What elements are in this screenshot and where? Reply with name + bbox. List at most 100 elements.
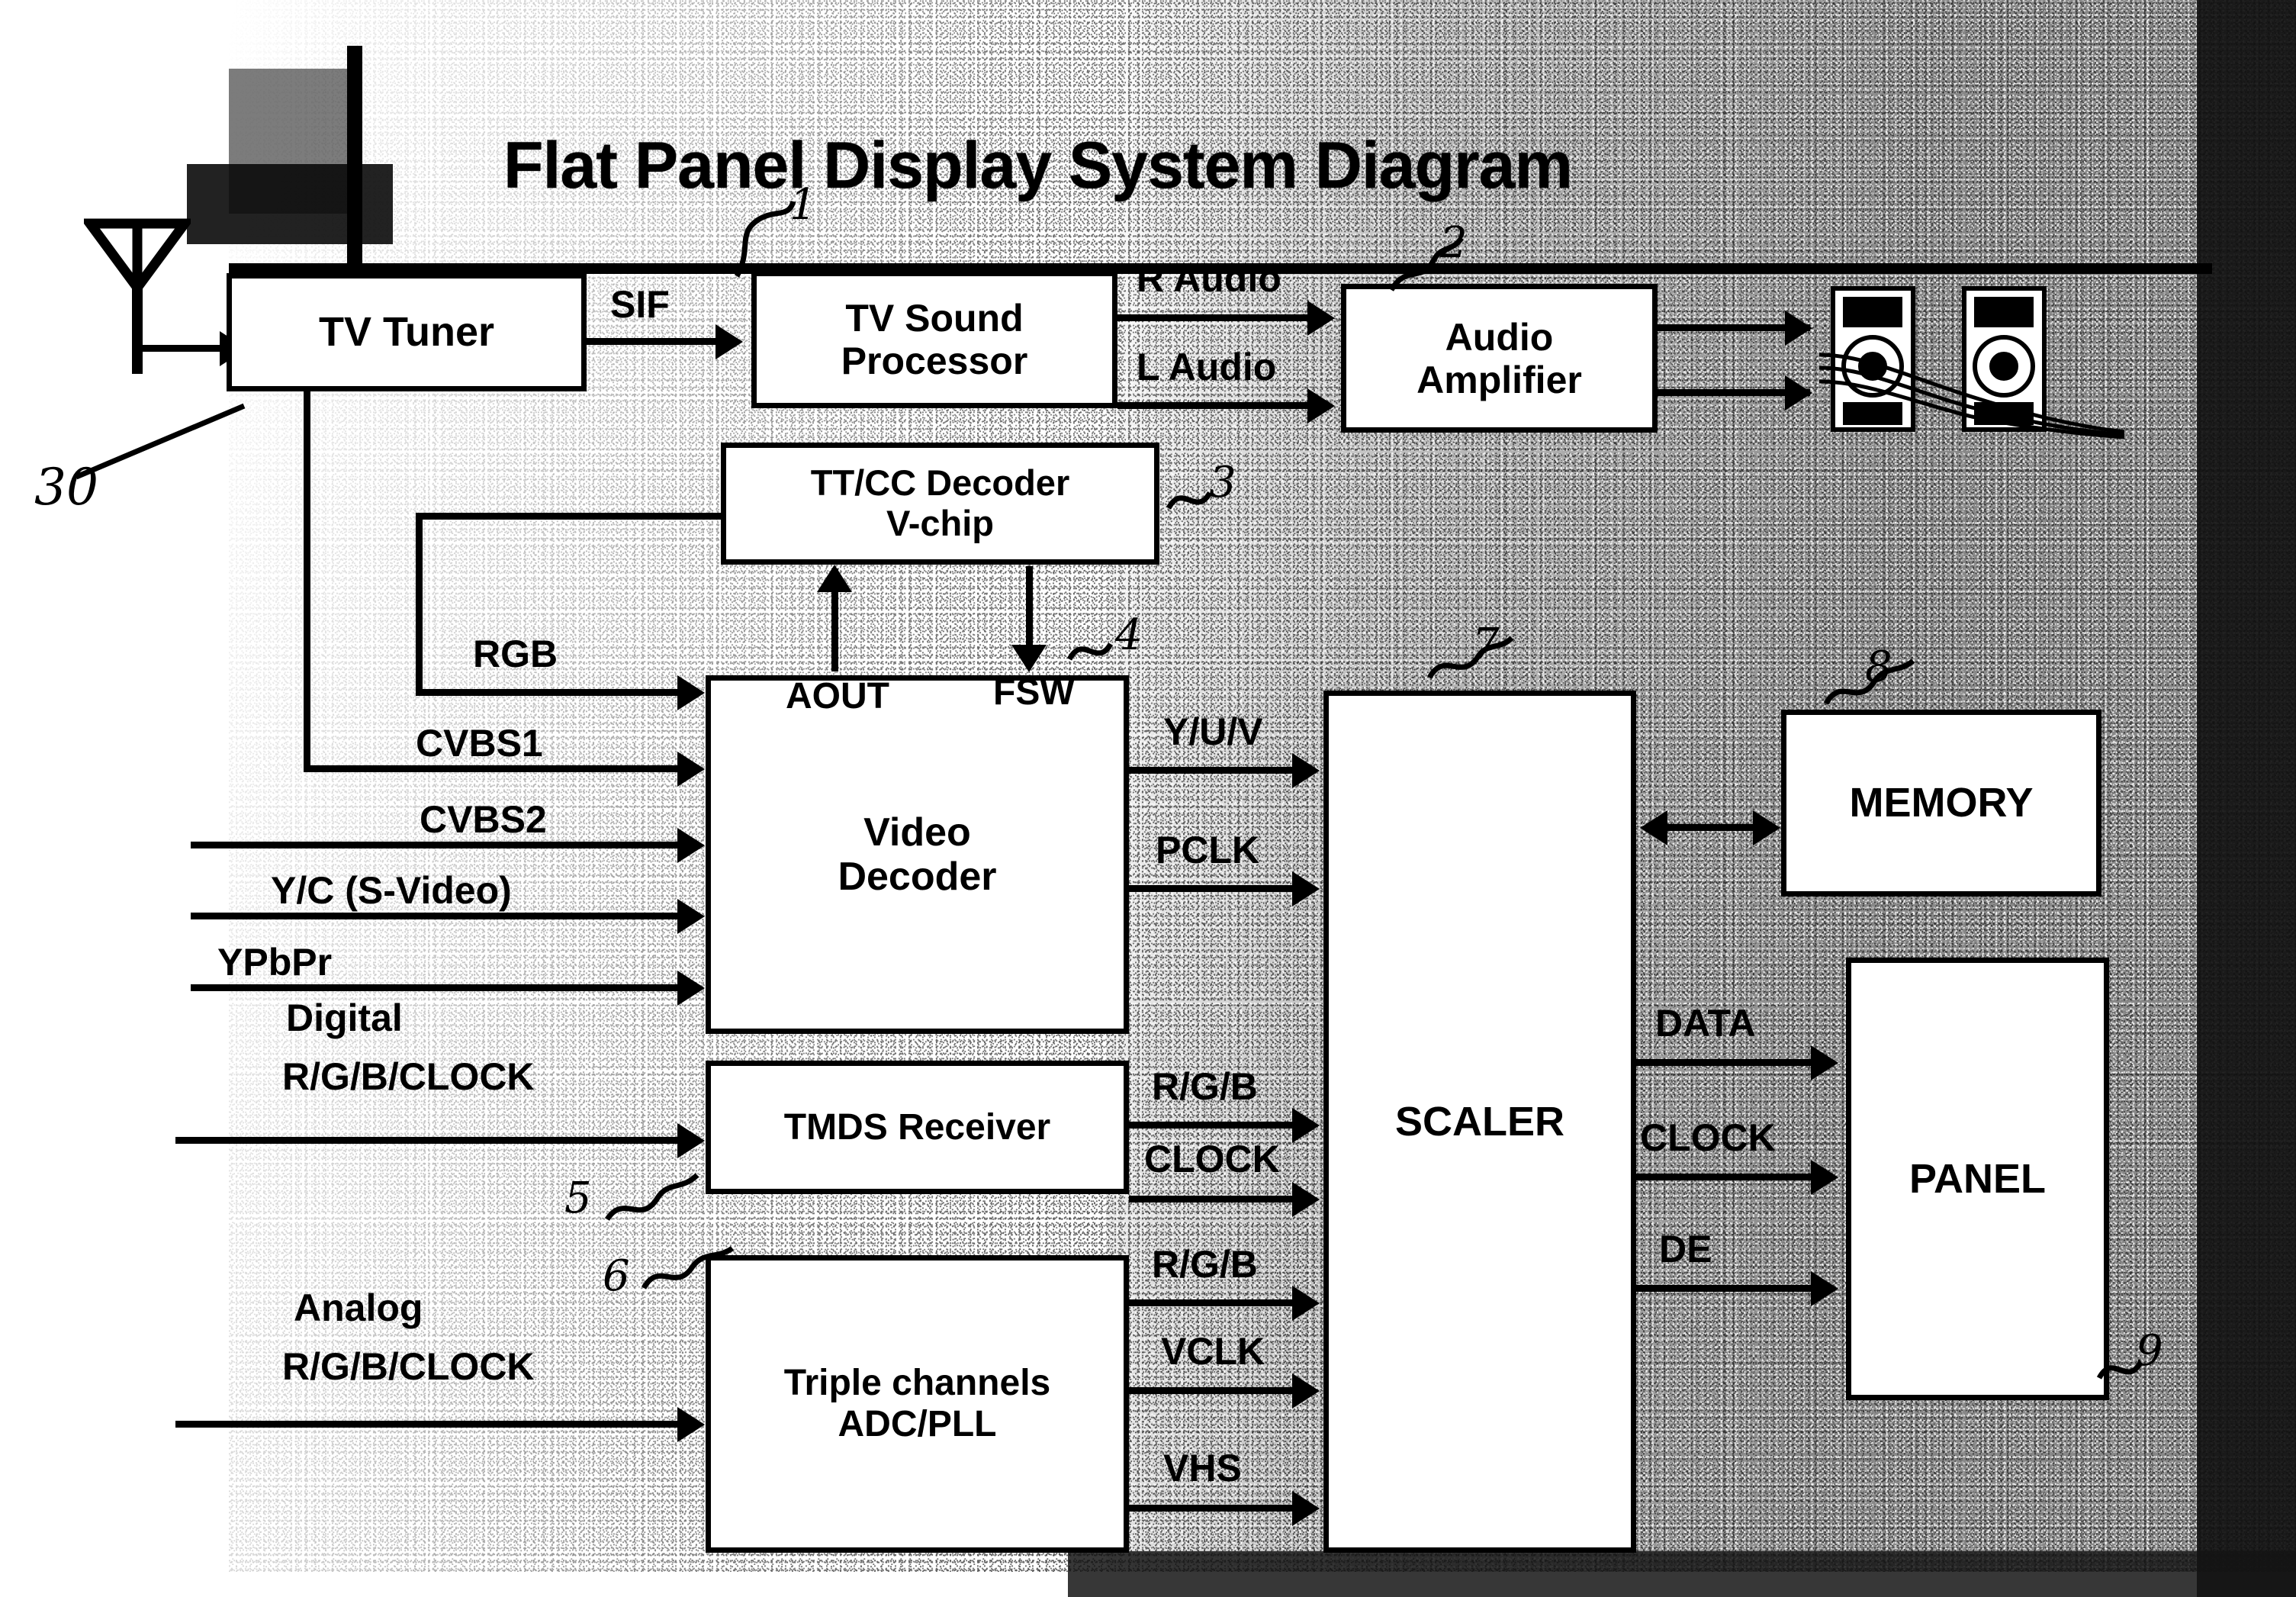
block-video-decoder-label-2: Decoder [838, 855, 997, 899]
label-sif: SIF [610, 283, 670, 326]
arrow-vhs [1292, 1491, 1320, 1526]
block-ttcc-decoder-label-2: V-chip [886, 503, 995, 543]
arrow-vclk [1292, 1373, 1320, 1409]
line-rgb-adc [1129, 1299, 1297, 1306]
annotation-9: 9 [2136, 1326, 2163, 1376]
label-digital-2: R/G/B/CLOCK [282, 1055, 535, 1098]
photocopy-dark-bottom-edge [1068, 1551, 2296, 1597]
line-analog-rgb-clock [175, 1421, 693, 1428]
block-audio-amplifier[interactable]: Audio Amplifier [1341, 284, 1658, 433]
arrow-rgb-adc [1292, 1286, 1320, 1321]
annotation-5: 5 [564, 1174, 592, 1223]
line-ypbpr [191, 984, 690, 991]
line-sif [587, 338, 720, 345]
arrow-data [1811, 1045, 1838, 1080]
block-triple-channels-label-1: Triple channels [783, 1363, 1051, 1404]
block-video-decoder[interactable]: Video Decoder [706, 675, 1129, 1034]
arrow-l-audio [1307, 388, 1335, 423]
arrow-memory-left [1640, 810, 1667, 845]
diagram-canvas: Flat Panel Display System Diagram TV Tun… [0, 0, 2296, 1597]
annotation-4: 4 [1115, 610, 1143, 660]
annotation-6: 6 [603, 1251, 630, 1301]
annotation-30: 30 [34, 458, 98, 517]
line-rgb-tmds [1129, 1122, 1297, 1129]
block-panel-label: PANEL [1909, 1155, 2046, 1202]
annotation-8: 8 [1865, 642, 1892, 692]
label-fsw: FSW [993, 672, 1075, 713]
block-ttcc-decoder-label-1: TT/CC Decoder [810, 462, 1070, 504]
photocopy-dark-right-edge [2197, 0, 2296, 1597]
block-tv-sound-processor-label-2: Processor [841, 340, 1028, 382]
label-cvbs2: CVBS2 [420, 798, 547, 841]
annotation-1: 1 [789, 180, 817, 230]
line-l-audio [1117, 402, 1312, 409]
line-cvbs1-into-decoder [304, 765, 689, 772]
arrow-ypbpr [677, 971, 705, 1006]
block-memory-label: MEMORY [1849, 780, 2034, 826]
annotation-leader-3 [1166, 491, 1213, 510]
block-tv-sound-processor[interactable]: TV Sound Processor [751, 271, 1117, 408]
label-pclk: PCLK [1156, 829, 1260, 871]
block-scaler[interactable]: SCALER [1323, 691, 1636, 1553]
block-triple-channels-adc-pll[interactable]: Triple channels ADC/PLL [706, 1255, 1129, 1553]
label-clock-tmds: CLOCK [1144, 1138, 1280, 1180]
label-rgb: RGB [473, 633, 558, 675]
label-analog-2: R/G/B/CLOCK [282, 1345, 535, 1388]
page-title-text: Flat Panel Display System Diagram [503, 129, 1573, 202]
photocopy-vertical-streak [347, 46, 362, 275]
arrow-rgb [677, 675, 705, 710]
label-digital-1: Digital [286, 997, 403, 1039]
label-ypbpr: YPbPr [217, 941, 333, 984]
line-yc-svideo [191, 913, 690, 919]
line-vhs [1129, 1505, 1297, 1512]
loudspeaker-pair-icon [1818, 282, 2125, 439]
label-cvbs1: CVBS1 [416, 722, 543, 765]
arrow-cvbs1 [677, 752, 705, 787]
arrow-yuv [1292, 753, 1320, 788]
block-panel[interactable]: PANEL [1846, 958, 2109, 1400]
label-analog-1: Analog [294, 1286, 423, 1329]
arrow-analog-rgb-clock [677, 1407, 705, 1442]
line-cvbs2 [191, 842, 690, 848]
block-audio-amplifier-label-1: Audio [1445, 315, 1554, 359]
line-pclk [1129, 885, 1297, 892]
arrow-fsw-down [1011, 645, 1047, 672]
label-aout: AOUT [786, 676, 889, 716]
line-ttcc-feed-h [416, 513, 728, 520]
arrow-yc-svideo [677, 899, 705, 934]
annotation-leader-30 [75, 403, 246, 480]
arrow-clock-panel [1811, 1160, 1838, 1195]
label-vclk: VCLK [1161, 1330, 1265, 1373]
line-vclk [1129, 1387, 1297, 1394]
label-clock-panel: CLOCK [1640, 1116, 1776, 1159]
label-r-audio: R Audio [1137, 257, 1281, 300]
line-tuner-down-cvbs1 [304, 391, 310, 769]
line-yuv [1129, 767, 1297, 774]
photocopy-noise-dark-region [1106, 0, 2296, 1572]
label-l-audio: L Audio [1137, 346, 1277, 388]
arrow-digital-rgb-clock [677, 1123, 705, 1158]
annotation-7: 7 [1472, 620, 1500, 669]
block-tmds-receiver-label: TMDS Receiver [783, 1106, 1051, 1148]
line-clock-panel [1636, 1174, 1815, 1180]
arrow-de [1811, 1271, 1838, 1306]
label-de: DE [1659, 1228, 1712, 1270]
antenna-icon [80, 217, 195, 385]
line-digital-rgb-clock [175, 1137, 693, 1144]
page-title: Flat Panel Display System Diagram [503, 128, 1573, 204]
arrow-clock-tmds [1292, 1182, 1320, 1217]
annotation-leader-5 [605, 1173, 699, 1222]
arrow-r-audio [1307, 301, 1335, 336]
block-audio-amplifier-label-2: Amplifier [1417, 358, 1582, 401]
block-memory[interactable]: MEMORY [1781, 710, 2101, 897]
block-tv-sound-processor-label-1: TV Sound [845, 297, 1024, 340]
block-tv-tuner[interactable]: TV Tuner [227, 273, 587, 391]
annotation-3: 3 [1209, 458, 1236, 507]
block-tmds-receiver[interactable]: TMDS Receiver [706, 1061, 1129, 1194]
label-rgb-tmds: R/G/B [1152, 1065, 1258, 1108]
line-clock-tmds [1129, 1196, 1297, 1203]
label-yuv: Y/U/V [1163, 710, 1263, 753]
block-tv-tuner-label: TV Tuner [318, 309, 494, 356]
block-ttcc-decoder-vchip[interactable]: TT/CC Decoder V-chip [721, 443, 1159, 565]
line-fsw-down [1026, 566, 1033, 658]
